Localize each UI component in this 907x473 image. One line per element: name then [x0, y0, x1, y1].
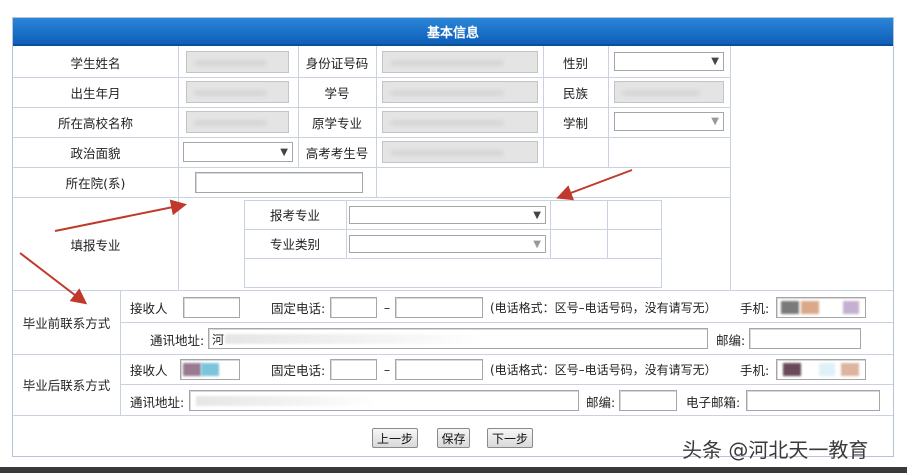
annotation-arrows: [19, 169, 633, 305]
arrow-to-major: [556, 169, 633, 201]
arrow-to-department: [54, 199, 187, 232]
bottom-bar: [0, 467, 907, 473]
arrow-to-contact: [19, 252, 88, 305]
watermark: 头条 @河北天一教育: [682, 438, 869, 462]
